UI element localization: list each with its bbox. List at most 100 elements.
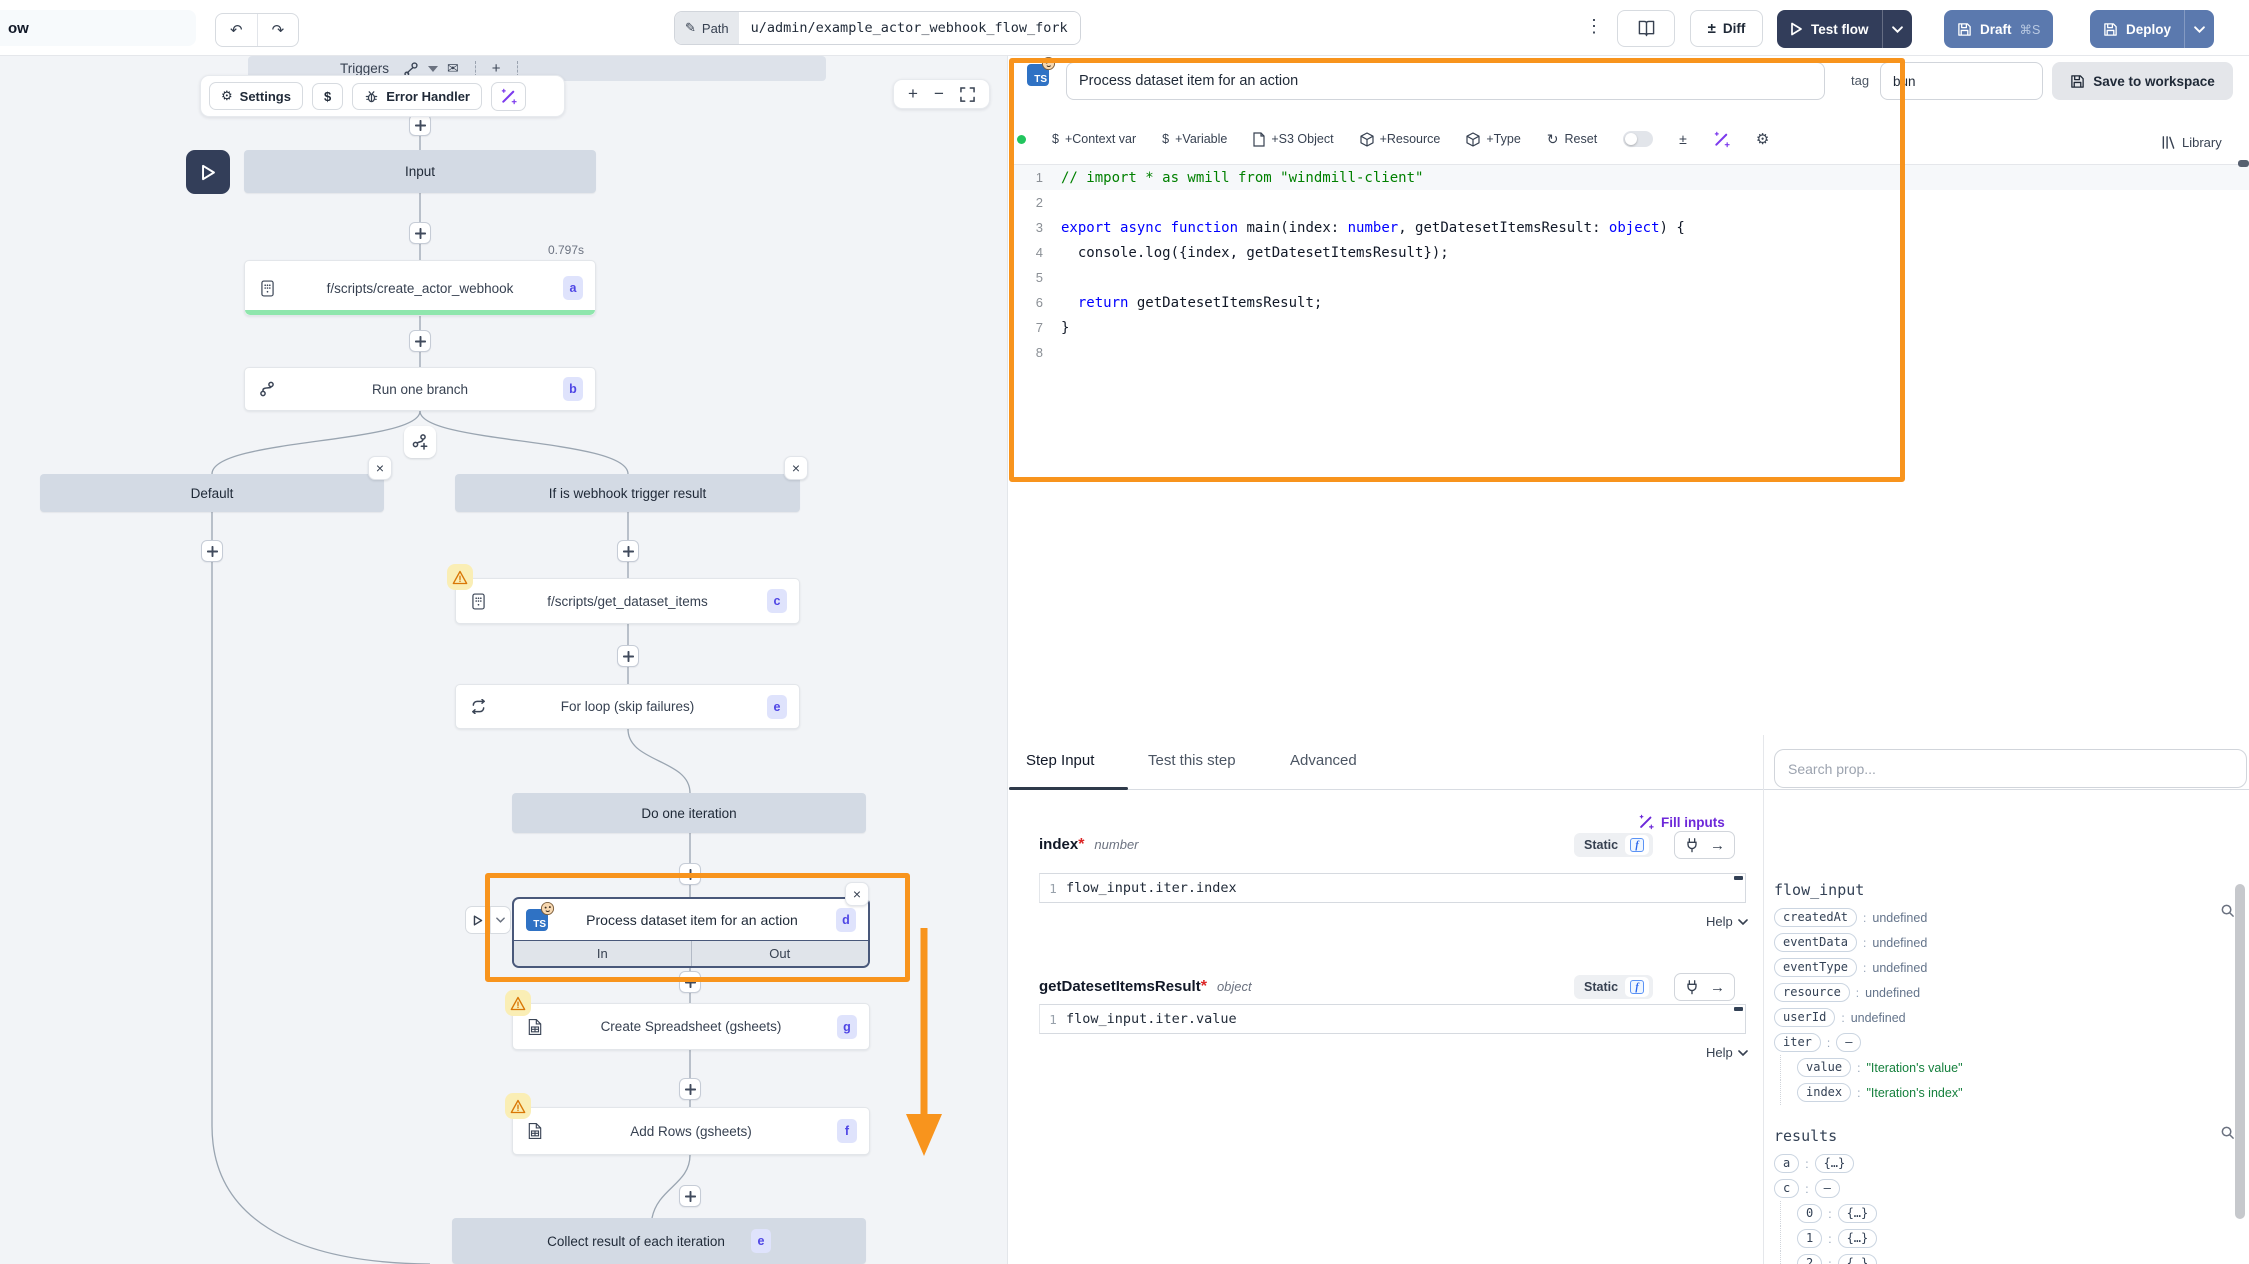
prop-key-pill[interactable]: value (1797, 1058, 1851, 1077)
expr-input-index[interactable]: 1 flow_input.iter.index (1039, 873, 1746, 903)
add-step-button[interactable] (679, 971, 701, 993)
input-mode-static[interactable]: Static f (1574, 975, 1653, 999)
add-step-button[interactable] (617, 540, 639, 562)
prop-key-pill[interactable]: iter (1774, 1033, 1821, 1052)
node-branch-default[interactable]: Default (40, 474, 384, 512)
tab-test-this-step[interactable]: Test this step (1148, 752, 1236, 769)
prop-value[interactable]: {…} (1838, 1204, 1878, 1223)
ai-assistant-button[interactable] (491, 82, 526, 111)
prop-row[interactable]: c:– (1774, 1176, 2214, 1201)
prop-key-pill[interactable]: eventData (1774, 933, 1857, 952)
delete-branch-button[interactable]: × (784, 456, 808, 480)
node-process-dataset-item[interactable]: TS Process dataset item for an action d … (512, 897, 870, 968)
search-prop-input[interactable]: Search prop... (1774, 749, 2247, 788)
fullscreen-icon[interactable] (960, 87, 975, 102)
prop-row[interactable]: 2:{…} (1780, 1251, 2214, 1264)
code-line[interactable]: 7} (1009, 315, 2249, 340)
expr-input-getDatesetItemsResult[interactable]: 1 flow_input.iter.value (1039, 1004, 1746, 1034)
flow-input-section-title[interactable]: flow_input (1774, 881, 1864, 899)
draft-button[interactable]: Draft ⌘S (1944, 10, 2053, 48)
code-line[interactable]: 5 (1009, 265, 2249, 290)
tag-input[interactable]: bun (1880, 62, 2043, 100)
prop-row[interactable]: 0:{…} (1780, 1201, 2214, 1226)
prop-key-pill[interactable]: a (1774, 1154, 1799, 1173)
prop-row[interactable]: value:"Iteration's value" (1780, 1055, 2214, 1080)
javascript-expr-mode[interactable]: f (1625, 977, 1649, 997)
code-line[interactable]: 1// import * as wmill from "windmill-cli… (1009, 165, 2249, 190)
node-output-anchor[interactable]: Out (691, 941, 869, 966)
prop-row[interactable]: eventType:undefined (1774, 955, 2214, 980)
input-mode-static[interactable]: Static f (1574, 833, 1653, 857)
prop-value[interactable]: {…} (1815, 1154, 1855, 1173)
prop-row[interactable]: a:{…} (1774, 1151, 2214, 1176)
library-button[interactable]: Library (2161, 135, 2222, 150)
add-step-button[interactable] (409, 222, 431, 244)
node-collect-results[interactable]: Collect result of each iteration e (452, 1218, 866, 1264)
zoom-in-button[interactable]: + (908, 84, 918, 104)
diff-button[interactable]: ± Diff (1690, 10, 1763, 47)
node-add-rows[interactable]: Add Rows (gsheets) f (512, 1107, 870, 1155)
connect-input-group[interactable]: → (1674, 831, 1735, 859)
deploy-dropdown[interactable] (2184, 10, 2214, 48)
code-line[interactable]: 6 return getDatesetItemsResult; (1009, 290, 2249, 315)
help-toggle[interactable]: Help (1706, 1045, 1748, 1060)
props-scrollbar[interactable] (2235, 884, 2245, 1219)
test-flow-button[interactable]: Test flow (1777, 10, 1912, 48)
node-do-one-iteration[interactable]: Do one iteration (512, 793, 866, 833)
prop-row[interactable]: iter:– (1774, 1030, 2214, 1055)
test-flow-dropdown[interactable] (1882, 10, 1912, 48)
flow-variables-button[interactable]: $ (312, 83, 343, 110)
code-line[interactable]: 4 console.log({index, getDatesetItemsRes… (1009, 240, 2249, 265)
undo-button[interactable]: ↶ (216, 14, 257, 46)
prop-key-pill[interactable]: createdAt (1774, 908, 1857, 927)
node-for-loop[interactable]: For loop (skip failures) e (455, 684, 800, 729)
add-step-button[interactable] (409, 330, 431, 352)
add-resource-button[interactable]: +Resource (1360, 132, 1441, 147)
prop-row[interactable]: eventData:undefined (1774, 930, 2214, 955)
prop-row[interactable]: index:"Iteration's index" (1780, 1080, 2214, 1105)
code-line[interactable]: 3export async function main(index: numbe… (1009, 215, 2249, 240)
prop-row[interactable]: 1:{…} (1780, 1226, 2214, 1251)
docs-button[interactable] (1617, 10, 1675, 47)
code-editor[interactable]: 1// import * as wmill from "windmill-cli… (1009, 164, 2249, 482)
kebab-menu-icon[interactable]: ⋮ (1585, 16, 1603, 37)
prop-value[interactable]: {…} (1838, 1229, 1878, 1248)
zoom-out-button[interactable]: − (934, 84, 944, 104)
run-step-options-button[interactable] (490, 907, 510, 933)
diff-mode-toggle[interactable] (1623, 131, 1653, 147)
add-variable-button[interactable]: $+Variable (1162, 132, 1227, 146)
deploy-button[interactable]: Deploy (2090, 10, 2214, 48)
add-type-button[interactable]: +Type (1466, 132, 1520, 147)
flow-graph-canvas[interactable]: Triggers ✉ + ⚙ Settings $ Error Handler (0, 56, 1008, 1264)
path-value[interactable]: u/admin/example_actor_webhook_flow_fork (739, 12, 1080, 44)
node-run-one-branch[interactable]: Run one branch b (244, 367, 596, 411)
search-icon[interactable] (2220, 903, 2235, 918)
prop-value[interactable]: – (1815, 1179, 1840, 1198)
save-to-workspace-button[interactable]: Save to workspace (2052, 62, 2233, 100)
prop-key-pill[interactable]: userId (1774, 1008, 1835, 1027)
prop-row[interactable]: resource:undefined (1774, 980, 2214, 1005)
node-input[interactable]: Input (244, 150, 596, 193)
delete-branch-button[interactable]: × (368, 456, 392, 480)
add-step-button[interactable] (617, 645, 639, 667)
add-step-button[interactable] (679, 1185, 701, 1207)
prop-key-pill[interactable]: eventType (1774, 958, 1857, 977)
prop-value[interactable]: – (1836, 1033, 1861, 1052)
plus-minus-icon[interactable]: ± (1679, 131, 1687, 147)
results-section-title[interactable]: results (1774, 1127, 1837, 1145)
node-input-anchor[interactable]: In (514, 941, 691, 966)
prop-value[interactable]: {…} (1838, 1254, 1878, 1264)
prop-row[interactable]: createdAt:undefined (1774, 905, 2214, 930)
add-step-button[interactable] (201, 540, 223, 562)
fill-inputs-button[interactable]: Fill inputs (1638, 814, 1725, 830)
add-step-button[interactable] (679, 863, 701, 885)
step-title-input[interactable]: Process dataset item for an action (1066, 62, 1825, 100)
prop-key-pill[interactable]: c (1774, 1179, 1799, 1198)
editor-scrollbar[interactable] (2238, 160, 2249, 167)
add-step-button[interactable] (409, 114, 431, 136)
error-handler-button[interactable]: Error Handler (352, 83, 482, 110)
prop-key-pill[interactable]: 1 (1797, 1229, 1822, 1248)
prop-key-pill[interactable]: index (1797, 1083, 1851, 1102)
code-line[interactable]: 8 (1009, 340, 2249, 365)
tab-advanced[interactable]: Advanced (1290, 752, 1357, 769)
